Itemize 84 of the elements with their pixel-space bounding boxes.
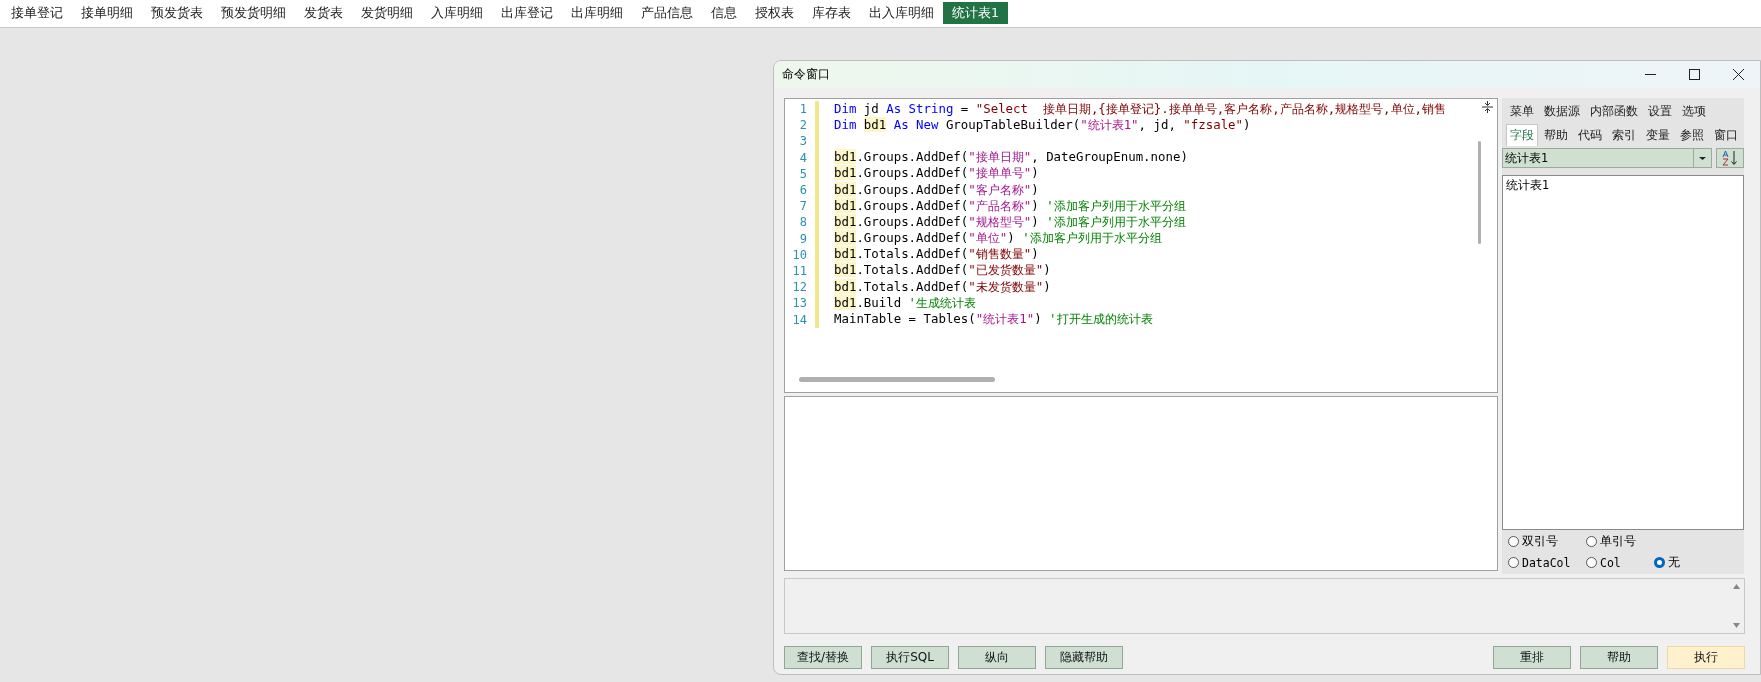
radio-label: Col [1600,555,1621,570]
sheet-tab[interactable]: 产品信息 [632,2,702,24]
panel-tab[interactable]: 参照 [1676,124,1708,146]
code-line: Dim bd1 As New GroupTableBuilder("统计表1", jd, "fzsale") [834,116,1251,134]
split-icon[interactable] [1482,101,1493,113]
sheet-tab[interactable]: 出入库明细 [860,2,943,24]
action-button[interactable]: 执行 [1667,646,1745,669]
code-line: bd1.Groups.AddDef("接单日期", DateGroupEnum.none) [834,149,1188,167]
sheet-tab[interactable]: 发货表 [295,2,352,24]
code-line: bd1.Groups.AddDef("规格型号") '添加客户列用于水平分组 [834,213,1186,231]
line-number: 7 [798,199,807,214]
line-number: 12 [791,280,807,295]
scroll-down-icon[interactable] [1733,623,1740,628]
code-line: bd1.Groups.AddDef("产品名称") '添加客户列用于水平分组 [834,197,1186,215]
sheet-tab[interactable]: 统计表1 [943,2,1008,24]
code-line: MainTable = Tables("统计表1") '打开生成的统计表 [834,311,1153,329]
line-number: 11 [791,263,807,278]
panel-tab[interactable]: 字段 [1506,124,1538,146]
code-line: bd1.Groups.AddDef("客户名称") [834,181,1039,199]
scroll-up-icon[interactable] [1733,584,1740,589]
code-line: bd1.Totals.AddDef("未发货数量") [834,278,1051,296]
code-line: Dim jd As String = "Select 接单日期,{接单登记}.接单单号,客户名称,产品名称,规格型号,单位,销售 [834,100,1447,118]
sheet-tab[interactable]: 信息 [702,2,746,24]
sheet-tab[interactable]: 入库明细 [422,2,492,24]
sheet-tab[interactable]: 出库明细 [562,2,632,24]
list-item[interactable]: 统计表1 [1506,178,1740,193]
menu-tab[interactable]: 选项 [1678,100,1710,122]
radio-button[interactable] [1586,557,1597,568]
line-number: 6 [798,183,807,198]
sheet-tab[interactable]: 授权表 [746,2,803,24]
code-editor[interactable] [784,98,1498,393]
menu-tab[interactable]: 设置 [1644,100,1676,122]
close-icon [1732,69,1744,80]
radio-label: 单引号 [1600,534,1636,549]
menu-tab[interactable]: 数据源 [1540,100,1584,122]
code-line: bd1.Groups.AddDef("接单单号") [834,165,1039,183]
sheet-tab[interactable]: 预发货表 [142,2,212,24]
menu-tab[interactable]: 内部函数 [1586,100,1642,122]
line-number: 2 [798,118,807,133]
radio-button[interactable] [1508,557,1519,568]
sort-button[interactable] [1716,148,1744,168]
action-button[interactable]: 隐藏帮助 [1045,646,1123,669]
sheet-tab[interactable]: 库存表 [803,2,860,24]
line-number: 14 [791,312,807,327]
sheet-tab[interactable]: 发货明细 [352,2,422,24]
line-number: 13 [791,296,807,311]
radio-button[interactable] [1508,536,1519,547]
table-dropdown[interactable]: 统计表1 [1502,148,1712,168]
code-line: bd1.Totals.AddDef("销售数量") [834,246,1039,264]
minimize-icon [1644,73,1656,76]
panel-tab[interactable]: 变量 [1642,124,1674,146]
scrollbar-thumb[interactable] [1478,141,1481,244]
panel-tab[interactable]: 窗口 [1710,124,1742,146]
code-line: bd1.Build '生成统计表 [834,294,977,312]
sheet-tab[interactable]: 预发货明细 [212,2,295,24]
line-number: 4 [798,150,807,165]
panel-tab[interactable]: 代码 [1574,124,1606,146]
action-button[interactable]: 查找/替换 [784,646,862,669]
panel-tab[interactable]: 帮助 [1540,124,1572,146]
sheet-tab[interactable]: 接单登记 [2,2,72,24]
code-line: bd1.Groups.AddDef("单位") '添加客户列用于水平分组 [834,230,1162,248]
action-button[interactable]: 纵向 [958,646,1036,669]
menu-tab[interactable]: 菜单 [1506,100,1538,122]
line-number: 9 [798,231,807,246]
line-number: 10 [791,247,807,262]
radio-label: DataCol [1522,555,1571,570]
maximize-icon [1688,69,1700,80]
line-number: 8 [798,215,807,230]
code-line: bd1.Totals.AddDef("已发货数量") [834,262,1051,280]
sheet-tab[interactable]: 接单明细 [72,2,142,24]
radio-button[interactable] [1654,557,1665,568]
radio-label: 双引号 [1522,534,1558,549]
action-button[interactable]: 重排 [1493,646,1571,669]
action-button[interactable]: 执行SQL [871,646,949,669]
radio-button[interactable] [1586,536,1597,547]
line-number: 5 [798,166,807,181]
panel-tab[interactable]: 索引 [1608,124,1640,146]
radio-label: 无 [1668,555,1680,570]
scrollbar-thumb[interactable] [799,377,995,382]
sheet-tab[interactable]: 出库登记 [492,2,562,24]
line-number: 3 [798,134,807,149]
window-title: 命令窗口 [782,66,831,83]
action-button[interactable]: 帮助 [1580,646,1658,669]
line-number: 1 [798,102,807,117]
